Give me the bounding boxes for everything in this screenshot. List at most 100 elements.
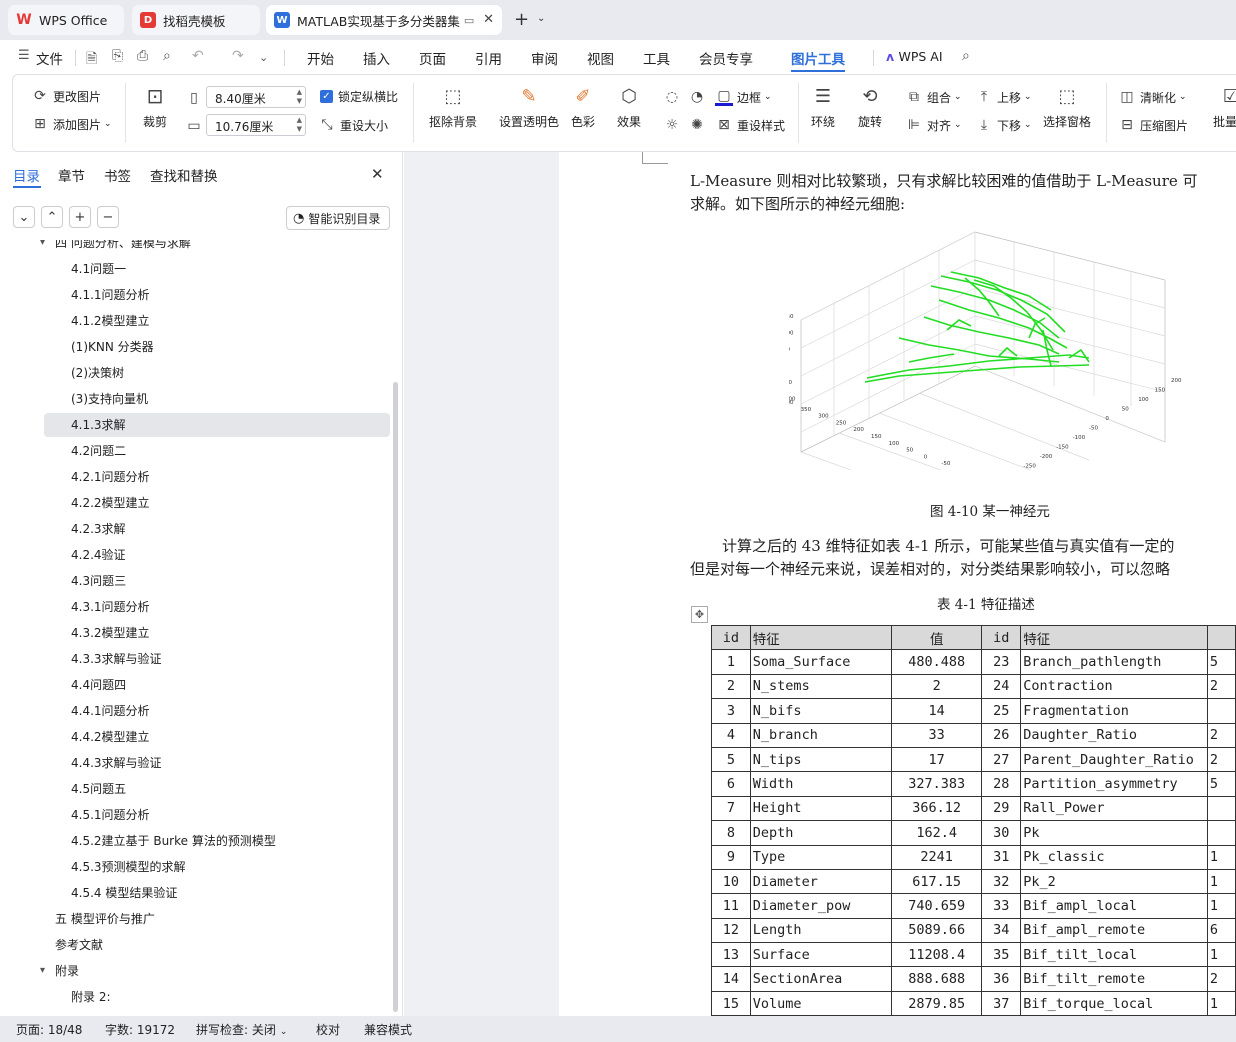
tab-bookmarks[interactable]: 书签: [104, 165, 131, 185]
tab-docer[interactable]: D 找稻壳模板: [132, 5, 260, 35]
toc-item[interactable]: 4.2.4验证: [71, 543, 126, 567]
add-heading-button[interactable]: +: [69, 206, 91, 228]
toc-item[interactable]: 4.4.1问题分析: [71, 699, 150, 723]
table-cell[interactable]: 617.15: [890, 868, 983, 895]
search-icon[interactable]: ⌕: [962, 48, 970, 64]
table-cell[interactable]: 6: [711, 771, 751, 797]
toc-item[interactable]: 4.5.2建立基于 Burke 算法的预测模型: [71, 829, 276, 853]
table-cell[interactable]: 1: [1206, 893, 1236, 919]
toc-item[interactable]: ▾ 四 问题分析、建模与求解: [40, 240, 191, 255]
table-cell[interactable]: N_stems: [749, 673, 892, 700]
more-chevron-icon[interactable]: ⌄: [259, 51, 268, 64]
table-cell[interactable]: SectionArea: [749, 966, 892, 992]
table-cell[interactable]: Partition_asymmetry: [1020, 771, 1208, 797]
toc-item[interactable]: 4.2.2模型建立: [71, 491, 150, 515]
table-cell[interactable]: Width: [749, 771, 892, 797]
expand-down-button[interactable]: ⌄: [13, 206, 35, 228]
table-cell[interactable]: 1: [1206, 844, 1236, 870]
table-cell[interactable]: 11: [711, 893, 751, 919]
print-preview-icon[interactable]: ⌕: [163, 48, 171, 64]
menu-file[interactable]: 文件: [36, 48, 63, 68]
table-cell[interactable]: Height: [749, 795, 892, 822]
page-count[interactable]: 页面: 18/48: [16, 1021, 82, 1038]
table-cell[interactable]: 5: [711, 746, 751, 773]
menu-tools[interactable]: 工具: [643, 48, 670, 68]
table-cell[interactable]: Branch_pathlength: [1020, 649, 1208, 675]
reset-size-button[interactable]: ⤡ 重设大小: [318, 116, 388, 134]
toc-item[interactable]: 4.3.3求解与验证: [71, 647, 162, 671]
undo-icon[interactable]: ↶: [192, 48, 204, 64]
table-cell[interactable]: 1: [1206, 942, 1236, 968]
color-button[interactable]: ✐ 色彩: [571, 85, 595, 130]
compress-button[interactable]: ⊟ 压缩图片: [1118, 116, 1188, 134]
smart-toc-button[interactable]: ◔ 智能识别目录: [286, 206, 390, 230]
toc-item[interactable]: 4.5.4 模型结果验证: [71, 881, 177, 905]
group-button[interactable]: ⧉ 组合 ⌄: [905, 88, 962, 106]
batch-button[interactable]: ☑ 批量处: [1213, 85, 1236, 130]
table-cell[interactable]: 11208.4: [890, 942, 983, 968]
table-move-handle-icon[interactable]: ✥: [691, 606, 708, 623]
menu-page[interactable]: 页面: [419, 48, 446, 68]
share-icon[interactable]: ⎘: [112, 48, 123, 64]
table-cell[interactable]: N_branch: [749, 722, 892, 748]
sharpen-button[interactable]: ◫ 清晰化 ⌄: [1118, 88, 1186, 106]
table-cell[interactable]: 2: [711, 673, 751, 700]
tab-chapters[interactable]: 章节: [58, 165, 85, 185]
table-cell[interactable]: Contraction: [1020, 673, 1208, 700]
tab-document[interactable]: W MATLAB实现基于多分类器集 ▭ ✕: [266, 5, 502, 35]
brightness-down-icon[interactable]: ☼: [663, 116, 685, 134]
table-cell[interactable]: 24: [981, 673, 1022, 700]
wps-ai-button[interactable]: ʌ WPS AI: [886, 49, 943, 64]
table-cell[interactable]: 33: [890, 722, 983, 748]
table-cell[interactable]: 2241: [890, 844, 983, 870]
table-cell[interactable]: 5: [1206, 649, 1236, 675]
width-input[interactable]: 8.40厘米 ▲ ▼: [206, 86, 306, 108]
toc-item[interactable]: 4.3.1问题分析: [71, 595, 150, 619]
rotate-button[interactable]: ⟲ 旋转: [858, 85, 882, 130]
table-cell[interactable]: 4: [711, 722, 751, 748]
table-cell[interactable]: 10: [711, 868, 751, 895]
table-cell[interactable]: 30: [981, 820, 1022, 846]
table-cell[interactable]: 26: [981, 722, 1022, 748]
table-cell[interactable]: 15: [711, 990, 751, 1016]
table-cell[interactable]: Bif_tilt_remote: [1020, 966, 1208, 992]
close-tab-icon[interactable]: ✕: [483, 12, 494, 27]
contrast-down-icon[interactable]: ✺: [688, 116, 710, 134]
spell-check[interactable]: 拼写检查: 关闭 ⌄: [196, 1021, 287, 1038]
neuron-3d-plot[interactable]: 150100500-50-100400350300250200150100500…: [789, 220, 1209, 470]
toc-item[interactable]: 参考文献: [55, 933, 103, 957]
set-transparent-button[interactable]: ✎ 设置透明色: [499, 85, 559, 130]
toc-item[interactable]: 4.4问题四: [71, 673, 126, 697]
bring-forward-button[interactable]: ⤒ 上移 ⌄: [975, 88, 1032, 106]
table-cell[interactable]: 33: [981, 893, 1022, 919]
hamburger-icon[interactable]: ☰: [18, 48, 30, 63]
table-cell[interactable]: 14: [890, 698, 983, 724]
table-cell[interactable]: Pk_classic: [1020, 844, 1208, 870]
tab-toc[interactable]: 目录: [13, 165, 40, 185]
toc-item[interactable]: 4.4.3求解与验证: [71, 751, 162, 775]
table-cell[interactable]: 3: [711, 698, 751, 724]
menu-insert[interactable]: 插入: [363, 48, 390, 68]
menu-picture-tools[interactable]: 图片工具: [791, 48, 845, 72]
toc-item[interactable]: 4.1.3求解: [44, 413, 390, 437]
toc-item[interactable]: 4.3.2模型建立: [71, 621, 150, 645]
table-cell[interactable]: N_tips: [749, 746, 892, 773]
crop-button[interactable]: ⊡ 裁剪: [143, 84, 167, 130]
effects-button[interactable]: ⬡ 效果: [617, 85, 641, 130]
toc-item[interactable]: (1)KNN 分类器: [71, 335, 154, 359]
toc-item[interactable]: 4.5.3预测模型的求解: [71, 855, 186, 879]
table-cell[interactable]: [1206, 795, 1236, 822]
table-cell[interactable]: 327.383: [890, 771, 983, 797]
table-cell[interactable]: 2: [1206, 673, 1236, 700]
table-cell[interactable]: 5: [1206, 771, 1236, 797]
table-cell[interactable]: 32: [981, 868, 1022, 895]
table-cell[interactable]: 37: [981, 990, 1022, 1016]
table-cell[interactable]: 13: [711, 942, 751, 968]
menu-view[interactable]: 视图: [587, 48, 614, 68]
toc-item[interactable]: (3)支持向量机: [71, 387, 148, 411]
menu-references[interactable]: 引用: [475, 48, 502, 68]
table-cell[interactable]: Pk: [1020, 820, 1208, 846]
proofread-button[interactable]: 校对: [316, 1021, 340, 1038]
send-backward-button[interactable]: ⤓ 下移 ⌄: [975, 116, 1032, 134]
table-cell[interactable]: Bif_tilt_local: [1020, 942, 1208, 968]
